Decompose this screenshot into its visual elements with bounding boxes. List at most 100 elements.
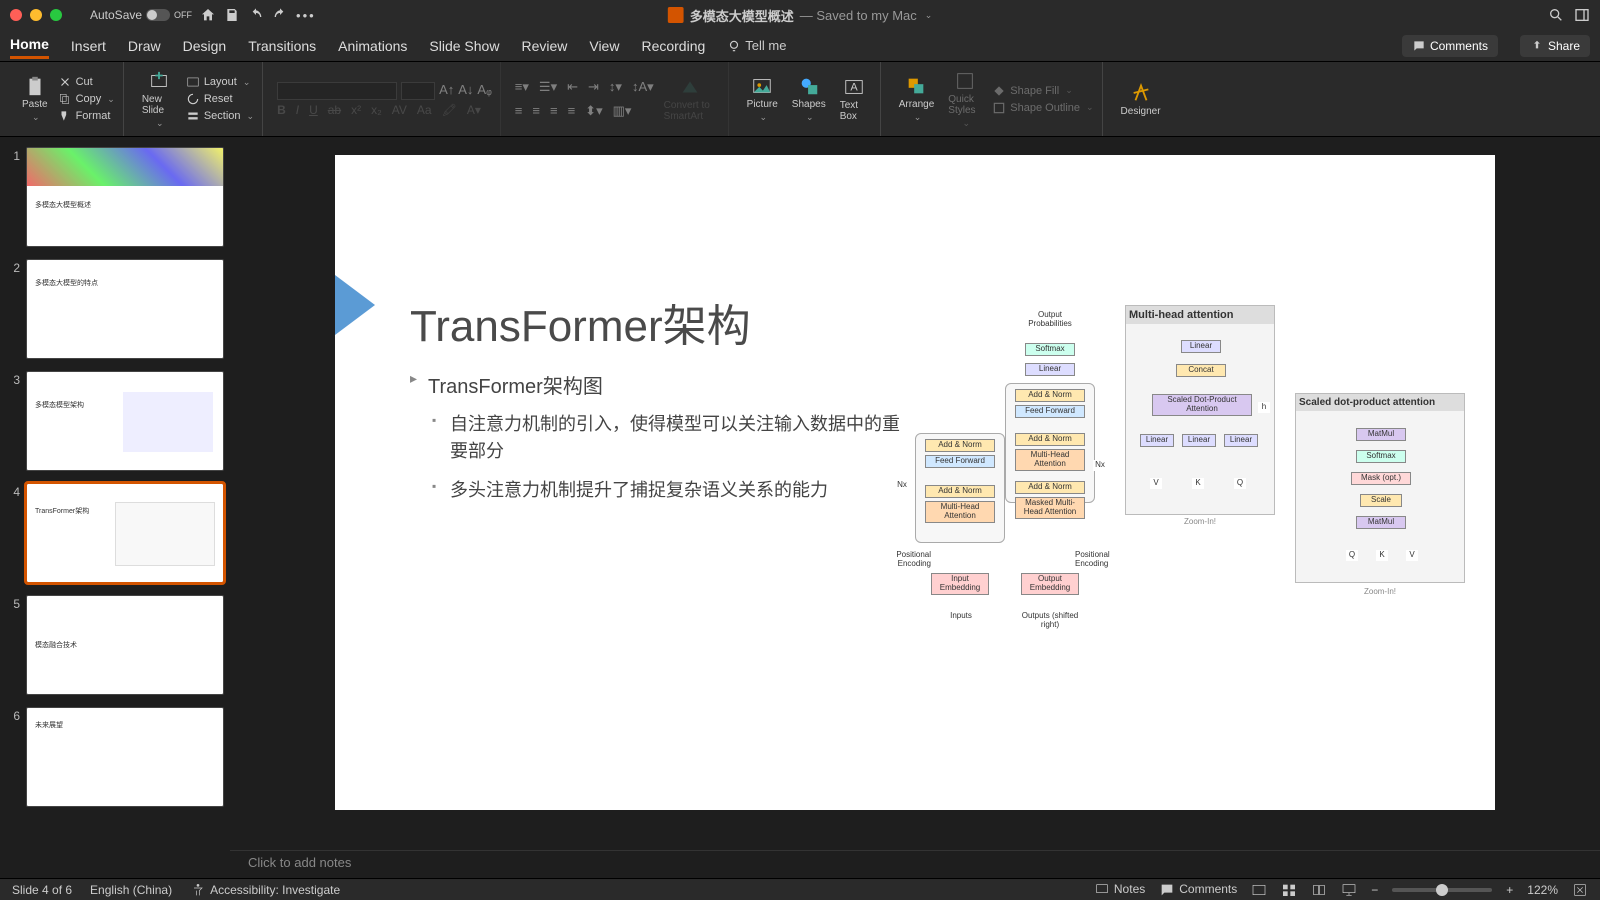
- share-label: Share: [1548, 39, 1580, 53]
- notes-toggle[interactable]: Notes: [1094, 882, 1145, 898]
- accessibility-status[interactable]: Accessibility: Investigate: [190, 882, 340, 898]
- font-color-button[interactable]: A▾: [467, 103, 481, 117]
- sorter-view-icon[interactable]: [1281, 882, 1297, 898]
- notes-pane[interactable]: Click to add notes: [230, 850, 1600, 878]
- save-icon[interactable]: [224, 7, 240, 23]
- tab-transitions[interactable]: Transitions: [248, 34, 316, 58]
- thumbnail-slide-6[interactable]: 未来展望: [26, 707, 224, 807]
- font-grow-icon[interactable]: A↑: [439, 82, 454, 100]
- zoom-out-button[interactable]: −: [1371, 883, 1378, 897]
- font-size-input[interactable]: [401, 82, 435, 100]
- textbox-button[interactable]: AText Box: [836, 76, 872, 122]
- maximize-window[interactable]: [50, 9, 62, 21]
- tab-review[interactable]: Review: [521, 34, 567, 58]
- char-spacing-button[interactable]: AV: [392, 103, 407, 117]
- cut-button[interactable]: Cut: [58, 75, 115, 89]
- numbering-button[interactable]: ☰▾: [539, 79, 557, 95]
- slide-body[interactable]: TransFormer架构图 自注意力机制的引入，使得模型可以关注输入数据中的重…: [410, 370, 900, 516]
- chevron-down-icon[interactable]: ⌄: [925, 10, 933, 21]
- bullets-button[interactable]: ≡▾: [515, 79, 529, 95]
- align-center-button[interactable]: ≡: [532, 103, 540, 119]
- comment-icon: [1412, 39, 1426, 53]
- format-painter-button[interactable]: Format: [58, 109, 115, 123]
- search-icon[interactable]: [1548, 7, 1564, 23]
- minimize-window[interactable]: [30, 9, 42, 21]
- section-icon: [186, 109, 200, 123]
- text-direction-button[interactable]: ↕A▾: [632, 79, 654, 95]
- shape-fill-button[interactable]: Shape Fill⌄: [992, 84, 1093, 98]
- slide-canvas[interactable]: TransFormer架构 TransFormer架构图 自注意力机制的引入，使…: [230, 137, 1600, 850]
- align-dropdown[interactable]: ⬍▾: [585, 103, 602, 119]
- fit-to-window-icon[interactable]: [1572, 882, 1588, 898]
- indent-inc-button[interactable]: ⇥: [588, 79, 599, 95]
- language-indicator[interactable]: English (China): [90, 883, 172, 897]
- clear-format-icon[interactable]: Aᵩ: [477, 82, 491, 100]
- current-slide[interactable]: TransFormer架构 TransFormer架构图 自注意力机制的引入，使…: [335, 155, 1495, 810]
- indent-dec-button[interactable]: ⇤: [567, 79, 578, 95]
- tell-me-search[interactable]: Tell me: [727, 38, 786, 53]
- convert-smartart-button[interactable]: Convert to SmartArt: [660, 76, 720, 122]
- tab-draw[interactable]: Draw: [128, 34, 161, 58]
- zoom-in-button[interactable]: +: [1506, 883, 1513, 897]
- layout-button[interactable]: Layout⌄: [186, 75, 254, 89]
- redo-icon[interactable]: [272, 7, 288, 23]
- undo-icon[interactable]: [248, 7, 264, 23]
- copy-button[interactable]: Copy⌄: [58, 92, 115, 106]
- overflow-icon[interactable]: •••: [296, 8, 316, 23]
- designer-button[interactable]: Designer: [1117, 82, 1165, 117]
- zoom-slider[interactable]: [1392, 888, 1492, 892]
- tab-design[interactable]: Design: [183, 34, 227, 58]
- shapes-button[interactable]: Shapes⌄: [788, 75, 830, 123]
- columns-button[interactable]: ▥▾: [613, 103, 632, 119]
- arrange-button[interactable]: Arrange⌄: [895, 75, 939, 123]
- new-slide-label: New Slide: [142, 94, 176, 116]
- italic-button[interactable]: I: [296, 103, 299, 117]
- strike-button[interactable]: ab: [328, 103, 341, 117]
- tab-recording[interactable]: Recording: [641, 34, 705, 58]
- align-right-button[interactable]: ≡: [550, 103, 558, 119]
- shape-outline-button[interactable]: Shape Outline⌄: [992, 101, 1093, 115]
- tab-home[interactable]: Home: [10, 32, 49, 59]
- picture-button[interactable]: Picture⌄: [743, 75, 782, 123]
- quick-styles-button[interactable]: Quick Styles⌄: [944, 70, 986, 129]
- panel-toggle-icon[interactable]: [1574, 7, 1590, 23]
- reset-button[interactable]: Reset: [186, 92, 254, 106]
- font-shrink-icon[interactable]: A↓: [458, 82, 473, 100]
- superscript-button[interactable]: x²: [351, 103, 361, 117]
- comments-button[interactable]: Comments: [1402, 35, 1498, 57]
- home-icon[interactable]: [200, 7, 216, 23]
- slide-title[interactable]: TransFormer架构: [410, 290, 751, 354]
- tab-animations[interactable]: Animations: [338, 34, 407, 58]
- bold-button[interactable]: B: [277, 103, 286, 117]
- thumbnail-slide-5[interactable]: 模态融合技术: [26, 595, 224, 695]
- line-spacing-button[interactable]: ↕▾: [609, 79, 622, 95]
- tab-view[interactable]: View: [589, 34, 619, 58]
- highlight-button[interactable]: 🖍: [442, 103, 457, 117]
- textbox-icon: A: [843, 76, 865, 98]
- share-button[interactable]: Share: [1520, 35, 1590, 57]
- comments-toggle[interactable]: Comments: [1159, 882, 1237, 898]
- thumbnail-slide-1[interactable]: 多模态大模型概述: [26, 147, 224, 247]
- section-button[interactable]: Section⌄: [186, 109, 254, 123]
- tab-insert[interactable]: Insert: [71, 34, 106, 58]
- thumbnail-slide-3[interactable]: 多模态模型架构: [26, 371, 224, 471]
- reading-view-icon[interactable]: [1311, 882, 1327, 898]
- thumbnail-slide-4[interactable]: TransFormer架构: [26, 483, 224, 583]
- tab-slideshow[interactable]: Slide Show: [429, 34, 499, 58]
- close-window[interactable]: [10, 9, 22, 21]
- thumbnail-slide-2[interactable]: 多模态大模型的特点: [26, 259, 224, 359]
- normal-view-icon[interactable]: [1251, 882, 1267, 898]
- new-slide-button[interactable]: New Slide⌄: [138, 70, 180, 129]
- subscript-button[interactable]: x₂: [371, 103, 382, 117]
- zoom-percent[interactable]: 122%: [1527, 883, 1558, 897]
- underline-button[interactable]: U: [309, 103, 318, 117]
- font-family-input[interactable]: [277, 82, 397, 100]
- autosave-toggle[interactable]: AutoSave OFF: [90, 8, 192, 22]
- shapes-icon: [798, 75, 820, 97]
- justify-button[interactable]: ≡: [568, 103, 576, 119]
- align-left-button[interactable]: ≡: [515, 103, 523, 119]
- paste-button[interactable]: Paste⌄: [18, 75, 52, 123]
- share-icon: [1530, 39, 1544, 53]
- slideshow-view-icon[interactable]: [1341, 882, 1357, 898]
- change-case-button[interactable]: Aa: [417, 103, 432, 117]
